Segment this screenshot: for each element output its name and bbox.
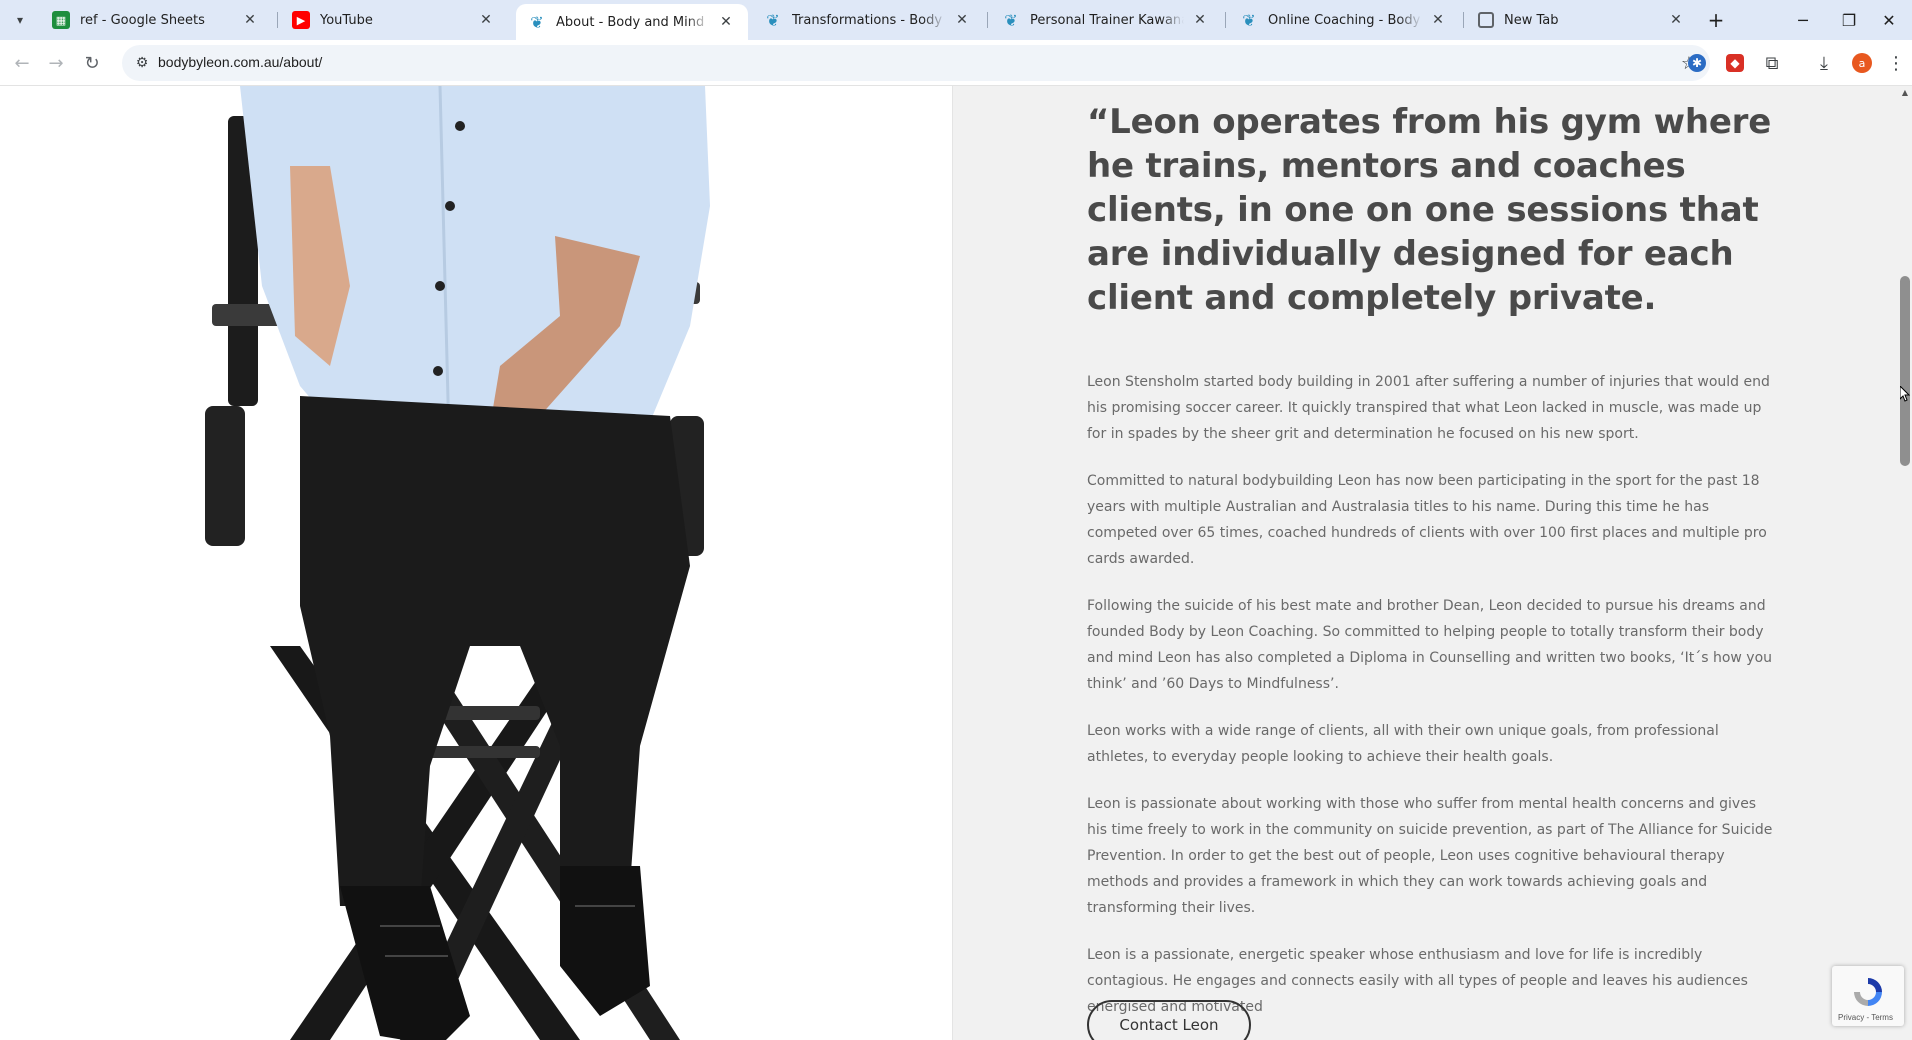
contact-leon-button[interactable]: Contact Leon [1087, 1000, 1251, 1040]
tab-personal-trainer[interactable]: ❦ Personal Trainer Kawana Sunshine Coast… [990, 0, 1222, 40]
recaptcha-links[interactable]: Privacy - Terms [1838, 1013, 1893, 1022]
about-content-panel: “Leon operates from his gym where he tra… [952, 86, 1912, 1040]
tab-new-tab[interactable]: New Tab ✕ [1466, 0, 1698, 40]
tab-title: ref - Google Sheets [80, 12, 205, 28]
close-icon[interactable]: ✕ [716, 12, 736, 32]
new-tab-button[interactable]: + [1704, 8, 1728, 32]
recaptcha-icon [1854, 978, 1882, 1006]
page-scrollbar[interactable] [1898, 86, 1912, 1040]
close-icon[interactable]: ✕ [952, 10, 972, 30]
extensions-puzzle-icon[interactable]: ⧉ [1760, 51, 1784, 75]
leaf-logo-icon: ❦ [530, 12, 544, 32]
url-text[interactable]: bodybyleon.com.au/about/ [158, 54, 322, 70]
tab-title: Transformations - Body and Mind by Leon [792, 12, 946, 28]
bio-paragraph: Following the suicide of his best mate a… [1087, 598, 1773, 692]
tab-youtube[interactable]: ▶ YouTube ✕ [280, 0, 508, 40]
tab-title: About - Body and Mind by Leon [556, 14, 710, 30]
tab-transformations[interactable]: ❦ Transformations - Body and Mind by Leo… [752, 0, 984, 40]
close-icon[interactable]: ✕ [240, 10, 260, 30]
forward-icon[interactable]: → [42, 49, 70, 77]
close-icon[interactable]: ✕ [1428, 10, 1448, 30]
bio-paragraph: Leon is passionate about working with th… [1087, 796, 1773, 916]
minimize-icon[interactable]: ─ [1780, 0, 1826, 40]
man-on-chair-illustration [205, 86, 710, 1040]
browser-toolbar: ← → ↻ ⚙ bodybyleon.com.au/about/ ☆ ✱ ◆ ⧉… [0, 40, 1912, 86]
scrollbar-thumb[interactable] [1900, 276, 1910, 466]
site-info-icon[interactable]: ⚙ [132, 53, 152, 73]
tab-divider [1225, 12, 1226, 28]
bio-text: Leon Stensholm started body building in … [1087, 369, 1777, 1040]
tab-about-active[interactable]: ❦ About - Body and Mind by Leon ✕ [516, 4, 748, 40]
sheets-icon: ▦ [52, 11, 70, 29]
recaptcha-badge[interactable]: Privacy - Terms [1832, 966, 1904, 1026]
tab-divider [987, 12, 988, 28]
bio-paragraph: Leon Stensholm started body building in … [1087, 374, 1770, 442]
extension-shield-icon[interactable]: ◆ [1726, 54, 1744, 72]
tab-google-sheets[interactable]: ▦ ref - Google Sheets ✕ [40, 0, 272, 40]
mouse-cursor-icon [1900, 386, 1910, 402]
download-icon[interactable]: ⤓ [1812, 51, 1836, 75]
extension-globe-icon[interactable]: ✱ [1688, 54, 1706, 72]
leaf-logo-icon: ❦ [1004, 10, 1018, 30]
close-icon[interactable]: ✕ [1190, 10, 1210, 30]
tab-strip: ▾ ▦ ref - Google Sheets ✕ ▶ YouTube ✕ ❦ … [0, 0, 1912, 40]
close-icon[interactable]: ✕ [1666, 10, 1686, 30]
bio-paragraph: Committed to natural bodybuilding Leon h… [1087, 473, 1767, 567]
bio-paragraph: Leon works with a wide range of clients,… [1087, 723, 1719, 765]
pull-quote: “Leon operates from his gym where he tra… [1087, 102, 1772, 318]
leaf-logo-icon: ❦ [1242, 10, 1256, 30]
back-icon[interactable]: ← [8, 49, 36, 77]
youtube-icon: ▶ [292, 11, 310, 29]
profile-avatar[interactable]: a [1852, 53, 1872, 73]
tab-title: New Tab [1504, 12, 1559, 28]
tab-online-coaching[interactable]: ❦ Online Coaching - Body and Mind by Leo… [1228, 0, 1460, 40]
leaf-logo-icon: ❦ [766, 10, 780, 30]
tab-divider [277, 12, 278, 28]
tab-divider [1463, 12, 1464, 28]
address-bar[interactable]: ⚙ bodybyleon.com.au/about/ ☆ [122, 45, 1710, 81]
scroll-up-arrow-icon[interactable]: ▲ [1900, 88, 1910, 97]
reload-icon[interactable]: ↻ [78, 49, 106, 77]
tab-title: YouTube [320, 12, 373, 28]
tab-title: Online Coaching - Body and Mind by Leon [1268, 12, 1422, 28]
more-menu-icon[interactable]: ⋮ [1886, 51, 1906, 75]
tab-search-chevron-icon[interactable]: ▾ [8, 8, 32, 32]
tab-title: Personal Trainer Kawana Sunshine Coast [1030, 12, 1184, 28]
chrome-icon [1478, 12, 1494, 28]
web-page: “Leon operates from his gym where he tra… [0, 86, 1912, 1040]
close-window-icon[interactable]: ✕ [1866, 0, 1912, 40]
close-icon[interactable]: ✕ [476, 10, 496, 30]
portrait-image [0, 86, 952, 1040]
